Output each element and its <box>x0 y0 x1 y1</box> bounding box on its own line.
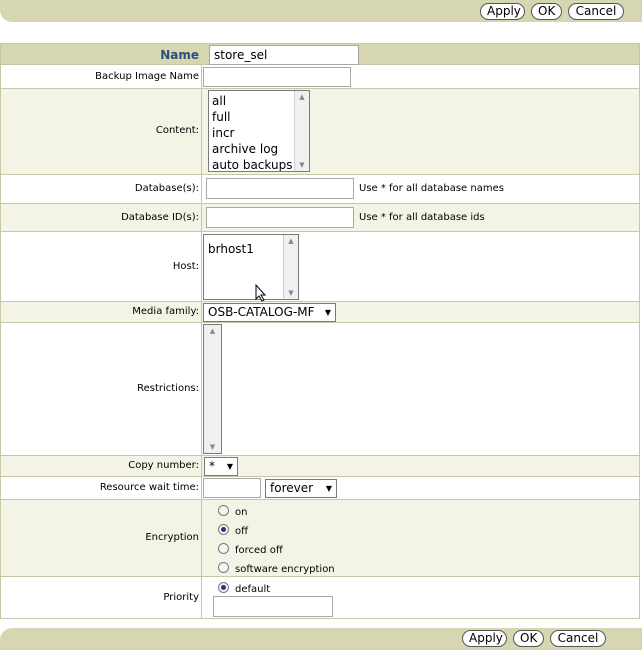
restrictions-label: Restrictions: <box>137 383 199 394</box>
host-row: Host: brhost1 ▲ ▼ <box>0 232 640 302</box>
priority-input[interactable] <box>213 596 333 617</box>
content-option[interactable]: all <box>212 93 292 109</box>
resource-wait-time-unit-select[interactable]: forever ▼ <box>265 479 337 498</box>
radio-button-selected[interactable] <box>218 524 229 535</box>
scroll-down-icon[interactable]: ▼ <box>204 441 221 453</box>
database-ids-hint: Use * for all database ids <box>359 212 485 223</box>
name-row: Name store_sel <box>0 43 640 65</box>
resource-wait-time-unit-value: forever <box>270 481 314 495</box>
databases-input[interactable] <box>206 178 354 199</box>
chevron-down-icon: ▼ <box>325 484 332 493</box>
restrictions-listbox[interactable]: ▲ ▼ <box>203 324 222 454</box>
scroll-down-icon[interactable]: ▼ <box>284 287 298 299</box>
name-label: Name <box>160 48 199 62</box>
content-option[interactable]: archive log <box>212 141 292 157</box>
resource-wait-time-label: Resource wait time: <box>99 482 199 493</box>
radio-button-selected[interactable] <box>218 582 229 593</box>
restrictions-scrollbar[interactable]: ▲ ▼ <box>204 325 221 453</box>
content-scrollbar[interactable]: ▲ ▼ <box>294 91 309 171</box>
chevron-down-icon: ▼ <box>324 308 331 317</box>
scroll-up-icon[interactable]: ▲ <box>284 235 298 247</box>
radio-button[interactable] <box>218 562 229 573</box>
scroll-up-icon[interactable]: ▲ <box>295 91 309 103</box>
media-family-row: Media family: OSB-CATALOG-MF ▼ <box>0 302 640 323</box>
backup-image-name-label: Backup Image Name <box>95 71 199 82</box>
backup-image-name-input[interactable] <box>203 67 351 87</box>
cancel-button-bottom[interactable]: Cancel <box>550 630 606 647</box>
content-listbox[interactable]: all full incr archive log auto backups ▲… <box>208 90 310 172</box>
resource-wait-time-row: Resource wait time: forever ▼ <box>0 477 640 500</box>
content-option[interactable]: incr <box>212 125 292 141</box>
databases-label: Database(s): <box>134 183 199 194</box>
host-listbox[interactable]: brhost1 ▲ ▼ <box>203 234 299 300</box>
media-family-select[interactable]: OSB-CATALOG-MF ▼ <box>203 303 336 322</box>
scroll-down-icon[interactable]: ▼ <box>295 159 309 171</box>
databases-hint: Use * for all database names <box>359 183 504 194</box>
host-option[interactable]: brhost1 <box>208 241 254 257</box>
content-option[interactable]: auto backups <box>212 157 292 171</box>
priority-row: Priority <box>0 577 640 619</box>
content-option[interactable]: full <box>212 109 292 125</box>
database-ids-input[interactable] <box>206 207 354 228</box>
radio-button[interactable] <box>218 505 229 516</box>
cancel-button-top[interactable]: Cancel <box>568 3 624 20</box>
apply-button-bottom[interactable]: Apply <box>462 630 507 647</box>
content-label: Content: <box>155 125 199 136</box>
apply-button-top[interactable]: Apply <box>480 3 525 20</box>
copy-number-value: * <box>209 459 215 473</box>
copy-number-label: Copy number: <box>128 460 199 471</box>
restrictions-row: Restrictions: ▲ ▼ <box>0 323 640 456</box>
databases-row: Database(s): Use * for all database name… <box>0 175 640 204</box>
backup-image-name-row: Backup Image Name <box>0 65 640 89</box>
encryption-label: Encryption <box>145 532 199 543</box>
ok-button-top[interactable]: OK <box>531 3 562 20</box>
priority-label: Priority <box>163 592 199 603</box>
database-ids-label: Database ID(s): <box>121 212 199 223</box>
bottom-toolbar: Apply OK Cancel <box>0 628 642 650</box>
media-family-label: Media family: <box>132 306 199 317</box>
host-label: Host: <box>172 261 199 272</box>
copy-number-row: Copy number: * ▼ <box>0 456 640 477</box>
scroll-up-icon[interactable]: ▲ <box>204 325 221 337</box>
database-ids-row: Database ID(s): Use * for all database i… <box>0 204 640 232</box>
top-toolbar: Apply OK Cancel <box>0 0 642 22</box>
resource-wait-time-input[interactable] <box>203 478 261 498</box>
media-family-value: OSB-CATALOG-MF <box>208 305 315 319</box>
copy-number-select[interactable]: * ▼ <box>204 457 238 476</box>
host-scrollbar[interactable]: ▲ ▼ <box>283 235 298 299</box>
radio-button[interactable] <box>218 543 229 554</box>
ok-button-bottom[interactable]: OK <box>513 630 544 647</box>
name-input[interactable]: store_sel <box>209 45 359 65</box>
content-row: Content: all full incr archive log auto … <box>0 89 640 175</box>
chevron-down-icon: ▼ <box>226 462 233 471</box>
